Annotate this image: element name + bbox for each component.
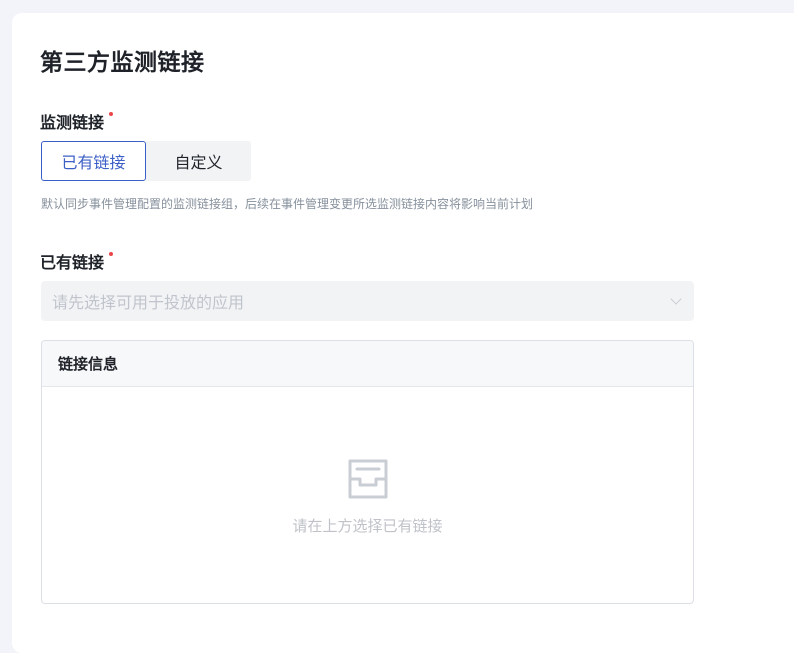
chevron-down-icon: [670, 292, 682, 305]
monitor-link-label-text: 监测链接: [40, 113, 105, 132]
existing-link-label-text: 已有链接: [40, 253, 105, 272]
inbox-icon: [345, 456, 391, 506]
select-placeholder: 请先选择可用于投放的应用: [52, 293, 245, 312]
required-indicator: [109, 252, 114, 256]
required-indicator: [109, 112, 114, 116]
main-card: 第三方监测链接 监测链接 已有链接 自定义 默认同步事件管理配置的监测链接组，后…: [12, 13, 794, 653]
monitor-link-hint: 默认同步事件管理配置的监测链接组，后续在事件管理变更所选监测链接内容将影响当前计…: [41, 197, 534, 211]
monitor-link-type-selector: 已有链接 自定义: [41, 141, 251, 181]
option-custom[interactable]: 自定义: [146, 141, 251, 181]
monitor-link-label: 监测链接: [40, 109, 114, 133]
option-existing-link[interactable]: 已有链接: [41, 141, 146, 181]
existing-link-select[interactable]: 请先选择可用于投放的应用: [41, 281, 694, 321]
section-title: 第三方监测链接: [40, 50, 205, 76]
existing-link-label: 已有链接: [40, 249, 114, 273]
link-info-panel: 链接信息 请在上方选择已有链接: [41, 340, 694, 604]
link-info-panel-header: 链接信息: [42, 341, 693, 387]
empty-state-text: 请在上方选择已有链接: [292, 517, 443, 535]
link-info-panel-body: 请在上方选择已有链接: [42, 387, 693, 603]
